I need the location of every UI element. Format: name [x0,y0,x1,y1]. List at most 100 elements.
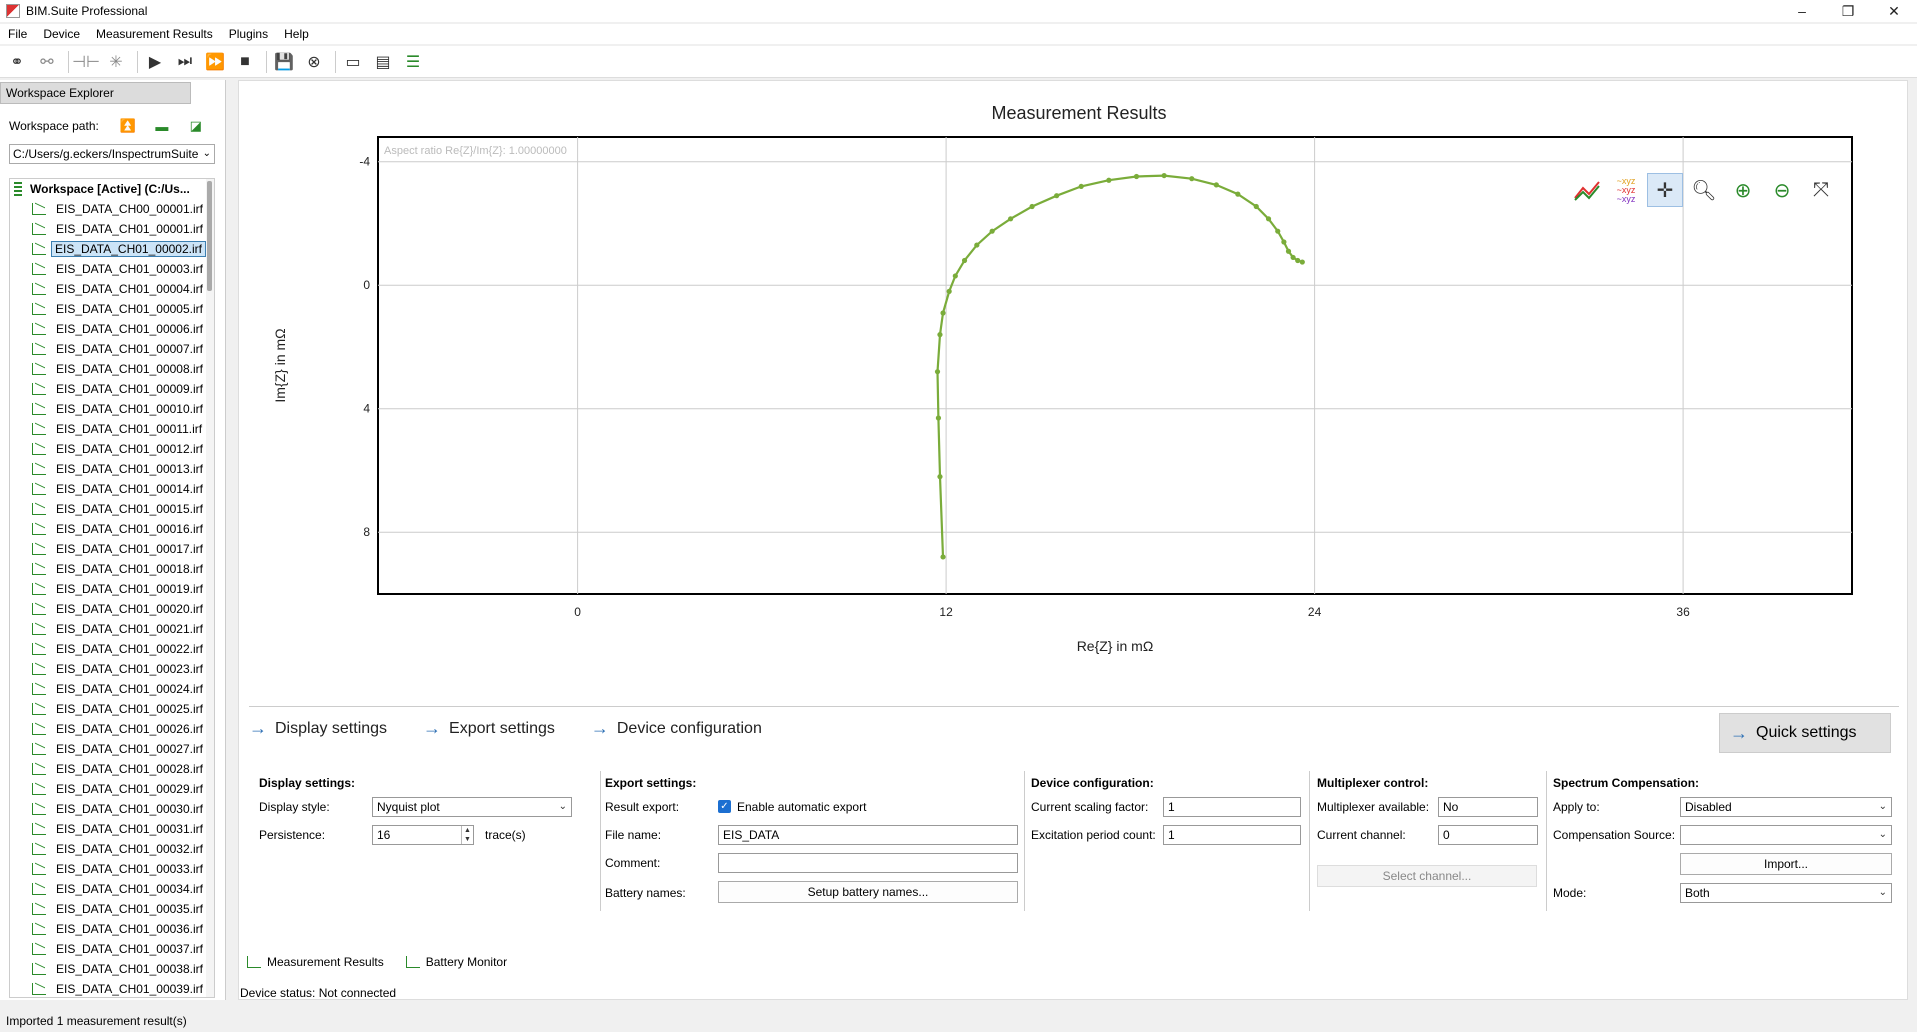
tree-item[interactable]: EIS_DATA_CH01_00018.irf [10,559,214,579]
comment-input[interactable] [718,853,1018,873]
import-button[interactable]: Import... [1680,853,1892,875]
tree-item[interactable]: EIS_DATA_CH01_00022.irf [10,639,214,659]
tree-item[interactable]: EIS_DATA_CH01_00036.irf [10,919,214,939]
tree-item[interactable]: EIS_DATA_CH01_00019.irf [10,579,214,599]
tree-item[interactable]: EIS_DATA_CH01_00021.irf [10,619,214,639]
tree-item[interactable]: EIS_DATA_CH01_00034.irf [10,879,214,899]
tree-item[interactable]: EIS_DATA_CH01_00039.irf [10,979,214,997]
tree-item[interactable]: EIS_DATA_CH01_00031.irf [10,819,214,839]
battery-icon[interactable]: ▭ [340,49,366,75]
tab-battery-monitor[interactable]: Battery Monitor [405,955,507,969]
tree-item[interactable]: EIS_DATA_CH01_00016.irf [10,519,214,539]
tree-item[interactable]: EIS_DATA_CH01_00005.irf [10,299,214,319]
tree-item[interactable]: EIS_DATA_CH01_00013.irf [10,459,214,479]
connect-icon[interactable]: ⚭ [4,49,30,75]
menu-help[interactable]: Help [276,24,317,44]
menu-plugins[interactable]: Plugins [221,24,276,44]
tree-item[interactable]: EIS_DATA_CH01_00009.irf [10,379,214,399]
tree-item[interactable]: EIS_DATA_CH01_00006.irf [10,319,214,339]
fast-forward-icon[interactable]: ⏩ [202,49,228,75]
tree-item[interactable]: EIS_DATA_CH00_00001.irf [10,199,214,219]
tree-root[interactable]: Workspace [Active] (C:/Us... [10,179,214,199]
tree-item[interactable]: EIS_DATA_CH01_00037.irf [10,939,214,959]
chart-file-icon [32,563,46,575]
tree-item[interactable]: EIS_DATA_CH01_00020.irf [10,599,214,619]
tree-item[interactable]: EIS_DATA_CH01_00025.irf [10,699,214,719]
scrollbar-thumb[interactable] [207,181,212,291]
new-workspace-icon[interactable]: ◪ [185,117,207,135]
step-forward-icon[interactable]: ⏭ [172,49,198,75]
tree-item[interactable]: EIS_DATA_CH01_00004.irf [10,279,214,299]
tree-item[interactable]: EIS_DATA_CH01_00033.irf [10,859,214,879]
menu-measurement-results[interactable]: Measurement Results [88,24,221,44]
label-icon[interactable]: ▤ [370,49,396,75]
tree-item[interactable]: EIS_DATA_CH01_00001.irf [10,219,214,239]
stop-icon[interactable]: ■ [232,49,258,75]
multiplexer-all-icon[interactable]: ✳ [103,49,129,75]
trend-icon[interactable] [1569,173,1605,207]
tree-item[interactable]: EIS_DATA_CH01_00012.irf [10,439,214,459]
tree-item[interactable]: EIS_DATA_CH01_00038.irf [10,959,214,979]
collapse-all-icon[interactable]: ⏫ [117,117,139,135]
tree-item[interactable]: EIS_DATA_CH01_00032.irf [10,839,214,859]
spin-arrows-icon[interactable]: ▲ ▼ [461,826,473,844]
display-style-combo[interactable]: Nyquist plot ⌄ [372,797,572,817]
tree-item[interactable]: EIS_DATA_CH01_00003.irf [10,259,214,279]
tab-measurement-results[interactable]: Measurement Results [247,955,384,969]
select-channel-button[interactable]: Select channel... [1317,865,1537,887]
tree-item[interactable]: EIS_DATA_CH01_00029.irf [10,779,214,799]
tree-item[interactable]: EIS_DATA_CH01_00008.irf [10,359,214,379]
tree-item[interactable]: EIS_DATA_CH01_00002.irf [10,239,214,259]
tree-item[interactable]: EIS_DATA_CH01_00024.irf [10,679,214,699]
tab-display-settings[interactable]: → Display settings [249,718,387,739]
auto-export-label[interactable]: Enable automatic export [737,797,866,817]
persistence-spinbox[interactable]: 16 ▲ ▼ [372,825,474,845]
cancel-icon[interactable]: ⊗ [301,49,327,75]
multiplexer-icon[interactable]: ⊣⊢ [72,49,100,75]
list-icon[interactable]: ☰ [400,49,426,75]
xyz-icon[interactable]: ~xyz ~xyz ~xyz [1608,173,1644,207]
zoom-icon[interactable]: 🔍︎ [1686,173,1722,207]
menu-device[interactable]: Device [35,24,88,44]
tab-device-configuration[interactable]: → Device configuration [591,718,762,739]
auto-export-checkbox[interactable]: ✓ [718,800,731,813]
tree-scrollbar[interactable] [206,179,214,997]
tree-item[interactable]: EIS_DATA_CH01_00014.irf [10,479,214,499]
quick-settings-button[interactable]: → Quick settings [1719,713,1891,753]
tree-item[interactable]: EIS_DATA_CH01_00035.irf [10,899,214,919]
tree-item[interactable]: EIS_DATA_CH01_00023.irf [10,659,214,679]
tree-item[interactable]: EIS_DATA_CH01_00010.irf [10,399,214,419]
tree-item[interactable]: EIS_DATA_CH01_00017.irf [10,539,214,559]
chart-file-icon [32,683,46,695]
menu-file[interactable]: File [0,24,35,44]
toolbar-separator [266,50,267,73]
tree-item[interactable]: EIS_DATA_CH01_00028.irf [10,759,214,779]
excitation-count-input[interactable]: 1 [1163,825,1301,845]
folder-icon[interactable]: ▬ [151,117,173,135]
tree-item[interactable]: EIS_DATA_CH01_00015.irf [10,499,214,519]
tree-item[interactable]: EIS_DATA_CH01_00027.irf [10,739,214,759]
pan-icon[interactable]: ✛ [1647,173,1683,207]
zoom-in-icon[interactable]: ⊕ [1725,173,1761,207]
setup-battery-names-button[interactable]: Setup battery names... [718,881,1018,903]
workspace-path-combo[interactable]: C:/Users/g.eckers/InspectrumSuite ⌄ [9,144,215,164]
workspace-tree[interactable]: Workspace [Active] (C:/Us... EIS_DATA_CH… [9,178,215,998]
disconnect-icon[interactable]: ⚯ [34,49,60,75]
compensation-source-combo[interactable]: ⌄ [1680,825,1892,845]
close-button[interactable]: ✕ [1871,0,1917,22]
zoom-out-icon[interactable]: ⊖ [1764,173,1800,207]
fit-icon[interactable]: ⤧ [1803,173,1839,207]
file-name-input[interactable]: EIS_DATA [718,825,1018,845]
scaling-factor-input[interactable]: 1 [1163,797,1301,817]
mode-combo[interactable]: Both ⌄ [1680,883,1892,903]
tree-item[interactable]: EIS_DATA_CH01_00011.irf [10,419,214,439]
apply-to-combo[interactable]: Disabled ⌄ [1680,797,1892,817]
tree-item[interactable]: EIS_DATA_CH01_00007.irf [10,339,214,359]
tree-item[interactable]: EIS_DATA_CH01_00026.irf [10,719,214,739]
save-icon[interactable]: 💾 [271,49,297,75]
play-icon[interactable]: ▶ [142,49,168,75]
tree-item[interactable]: EIS_DATA_CH01_00030.irf [10,799,214,819]
maximize-button[interactable]: ❐ [1825,0,1871,22]
minimize-button[interactable]: – [1779,0,1825,22]
tab-export-settings[interactable]: → Export settings [423,718,555,739]
